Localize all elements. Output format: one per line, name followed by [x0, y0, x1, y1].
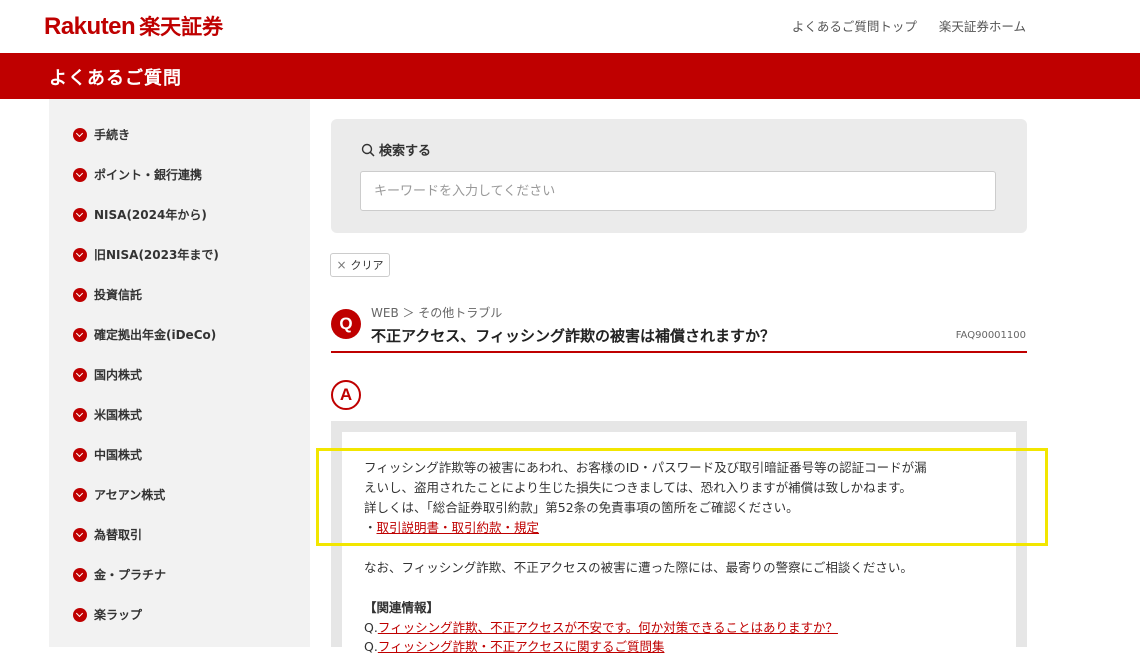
- logo-japanese: 楽天証券: [139, 15, 224, 39]
- search-input[interactable]: [360, 171, 996, 211]
- top-header: Rakuten 楽天証券 よくあるご質問トップ 楽天証券ホーム: [0, 0, 1140, 53]
- sidebar-item-label: ポイント・銀行連携: [94, 168, 203, 182]
- rakuten-logo[interactable]: Rakuten 楽天証券: [44, 9, 223, 41]
- question-badge: Q: [331, 309, 361, 339]
- faq-top-link[interactable]: よくあるご質問トップ: [792, 16, 917, 35]
- close-icon: ×: [336, 258, 347, 272]
- search-label: 検索する: [379, 144, 432, 159]
- chevron-down-icon: [73, 407, 87, 422]
- sidebar-item-label: 為替取引: [94, 528, 143, 542]
- search-heading: 検索する: [361, 140, 431, 159]
- sidebar-item-procedures[interactable]: 手続き: [73, 126, 130, 143]
- question-title: 不正アクセス、フィッシング詐欺の被害は補償されますか？: [371, 327, 775, 345]
- chevron-down-icon: [73, 447, 87, 462]
- related-link[interactable]: フィッシング詐欺、不正アクセスが不安です。何か対策できることはありますか？: [378, 620, 838, 635]
- sidebar-item-label: NISA(2024年から): [94, 208, 207, 222]
- sidebar-item-label: 旧NISA(2023年まで): [94, 248, 219, 262]
- chevron-down-icon: [73, 127, 87, 142]
- search-icon: [361, 143, 375, 157]
- divider: [331, 351, 1027, 353]
- section-banner: よくあるご質問: [0, 53, 1140, 99]
- sidebar-item-china-stocks[interactable]: 中国株式: [73, 446, 142, 463]
- sidebar-item-investment-trust[interactable]: 投資信託: [73, 286, 142, 303]
- sidebar-item-label: 投資信託: [94, 288, 143, 302]
- chevron-down-icon: [73, 567, 87, 582]
- sidebar-item-label: アセアン株式: [94, 488, 166, 502]
- sidebar-item-gold-platinum[interactable]: 金・プラチナ: [73, 566, 166, 583]
- sidebar-item-rakuwrap[interactable]: 楽ラップ: [73, 606, 142, 623]
- chevron-down-icon: [73, 487, 87, 502]
- highlight-box: [316, 448, 1048, 546]
- chevron-down-icon: [73, 607, 87, 622]
- related-item: Q.フィッシング詐欺、不正アクセスが不安です。何か対策できることはありますか？: [364, 617, 838, 636]
- sidebar-item-us-stocks[interactable]: 米国株式: [73, 406, 142, 423]
- sidebar-item-label: 確定拠出年金(iDeCo): [94, 328, 217, 342]
- home-link[interactable]: 楽天証券ホーム: [939, 16, 1026, 35]
- answer-badge: A: [331, 380, 361, 410]
- faq-number: FAQ90001100: [955, 330, 1026, 341]
- breadcrumb: WEB ＞ その他トラブル: [371, 306, 503, 320]
- sidebar-item-nisa-2024[interactable]: NISA(2024年から): [73, 206, 207, 223]
- sidebar-item-label: 米国株式: [94, 408, 143, 422]
- related-prefix: Q.: [364, 620, 378, 635]
- sidebar-item-label: 金・プラチナ: [94, 568, 167, 582]
- sidebar-item-label: 手続き: [94, 128, 131, 142]
- chevron-down-icon: [73, 367, 87, 382]
- chevron-down-icon: [73, 327, 87, 342]
- chevron-down-icon: [73, 207, 87, 222]
- answer-line: なお、フィッシング詐欺、不正アクセスの被害に遭った際には、最寄りの警察にご相談く…: [364, 560, 913, 575]
- clear-button[interactable]: × クリア: [330, 253, 390, 277]
- clear-label: クリア: [350, 259, 384, 272]
- sidebar-item-label: 中国株式: [94, 448, 143, 462]
- sidebar-item-domestic-stocks[interactable]: 国内株式: [73, 366, 142, 383]
- sidebar-item-old-nisa[interactable]: 旧NISA(2023年まで): [73, 246, 219, 263]
- search-panel: 検索する: [331, 119, 1027, 233]
- chevron-down-icon: [73, 527, 87, 542]
- top-links: よくあるご質問トップ 楽天証券ホーム: [792, 16, 1026, 35]
- page-title: よくあるご質問: [49, 68, 182, 89]
- chevron-down-icon: [73, 247, 87, 262]
- related-heading: 【関連情報】: [364, 600, 440, 615]
- sidebar-item-fx[interactable]: 為替取引: [73, 526, 142, 543]
- sidebar-item-label: 楽ラップ: [94, 608, 143, 622]
- sidebar-item-label: 国内株式: [94, 368, 143, 382]
- sidebar-item-asean-stocks[interactable]: アセアン株式: [73, 486, 165, 503]
- logo-wordmark: Rakuten: [44, 13, 136, 40]
- sidebar-item-ideco[interactable]: 確定拠出年金(iDeCo): [73, 326, 216, 343]
- related-item: Q.フィッシング詐欺・不正アクセスに関するご質問集: [364, 636, 664, 655]
- chevron-down-icon: [73, 287, 87, 302]
- sidebar-item-points-bank[interactable]: ポイント・銀行連携: [73, 166, 202, 183]
- sidebar: 手続き ポイント・銀行連携 NISA(2024年から) 旧NISA(2023年ま…: [49, 99, 310, 647]
- chevron-down-icon: [73, 167, 87, 182]
